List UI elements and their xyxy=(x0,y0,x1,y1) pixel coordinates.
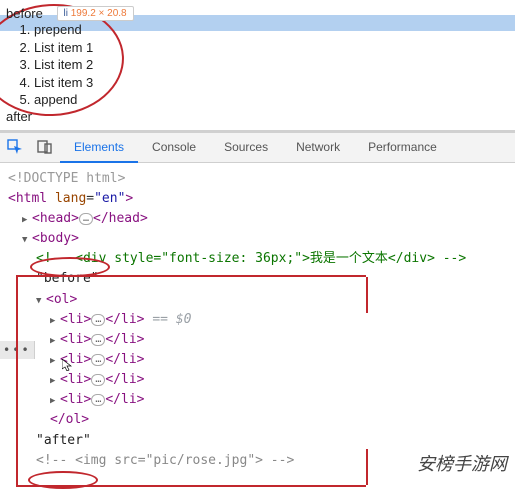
gutter-overflow-icon[interactable]: ••• xyxy=(0,341,35,359)
dom-li[interactable]: <li>…</li> xyxy=(8,390,509,410)
dom-comment-div[interactable]: <!-- <div style="font-size: 36px;">我是一个文… xyxy=(8,249,509,269)
tooltip-size: 199.2 × 20.8 xyxy=(71,8,127,19)
ellipsis-icon[interactable]: … xyxy=(91,374,105,386)
tab-elements[interactable]: Elements xyxy=(60,133,138,162)
inspect-tooltip: li 199.2 × 20.8 xyxy=(57,6,134,21)
page-preview: before li 199.2 × 20.8 prepend List item… xyxy=(0,0,515,130)
expand-arrow-icon[interactable] xyxy=(50,390,60,410)
dom-ol-close[interactable]: </ol> xyxy=(8,410,509,430)
tab-performance[interactable]: Performance xyxy=(354,133,451,162)
tab-sources[interactable]: Sources xyxy=(210,133,282,162)
dom-li-selected[interactable]: <li>…</li> == $0 xyxy=(8,310,509,330)
devtools-toolbar: Elements Console Sources Network Perform… xyxy=(0,133,515,163)
ellipsis-icon[interactable]: … xyxy=(91,394,105,406)
watermark-text: 安榜手游网 xyxy=(417,450,507,476)
tab-console[interactable]: Console xyxy=(138,133,210,162)
list-item: List item 3 xyxy=(34,74,515,92)
cursor-icon xyxy=(62,359,72,371)
tooltip-tag: li xyxy=(64,8,68,19)
list-item: prepend xyxy=(34,21,515,39)
expand-arrow-icon[interactable] xyxy=(22,209,32,229)
devtools-panel: Elements Console Sources Network Perform… xyxy=(0,130,515,480)
ellipsis-icon[interactable]: … xyxy=(91,354,105,366)
collapse-arrow-icon[interactable] xyxy=(36,290,46,310)
preview-list: prepend List item 1 List item 2 List ite… xyxy=(6,21,515,109)
ellipsis-icon[interactable]: … xyxy=(91,334,105,346)
dom-head[interactable]: <head>…</head> xyxy=(8,209,509,229)
collapse-arrow-icon[interactable] xyxy=(22,229,32,249)
list-item: List item 1 xyxy=(34,39,515,57)
dom-li[interactable]: <li>…</li> xyxy=(8,330,509,350)
expand-arrow-icon[interactable] xyxy=(50,370,60,390)
text-before: before xyxy=(6,6,43,21)
selected-indicator: == $0 xyxy=(152,312,191,327)
dom-ol-open[interactable]: <ol> xyxy=(8,290,509,310)
tab-network[interactable]: Network xyxy=(282,133,354,162)
expand-arrow-icon[interactable] xyxy=(50,330,60,350)
text-after: after xyxy=(6,109,32,124)
elements-tree[interactable]: <!DOCTYPE html> <html lang="en"> <head>…… xyxy=(0,163,515,477)
device-toggle-icon[interactable] xyxy=(30,132,60,162)
dom-body-open[interactable]: <body> xyxy=(8,229,509,249)
dom-li[interactable]: <li>…</li> xyxy=(8,370,509,390)
expand-arrow-icon[interactable] xyxy=(50,310,60,330)
list-item: List item 2 xyxy=(34,56,515,74)
dom-text-after[interactable]: "after" xyxy=(8,431,509,451)
dom-html-open[interactable]: <html lang="en"> xyxy=(8,189,509,209)
list-item: append xyxy=(34,91,515,109)
expand-arrow-icon[interactable] xyxy=(50,350,60,370)
ellipsis-icon[interactable]: … xyxy=(91,314,105,326)
dom-li[interactable]: <li>…</li> xyxy=(8,350,509,370)
ellipsis-icon[interactable]: … xyxy=(79,213,93,225)
dom-text-before[interactable]: "before" xyxy=(8,269,509,289)
devtools-tabs: Elements Console Sources Network Perform… xyxy=(60,133,515,162)
annotation-ellipse xyxy=(28,471,98,489)
dom-doctype[interactable]: <!DOCTYPE html> xyxy=(8,169,509,189)
inspect-element-icon[interactable] xyxy=(0,132,30,162)
